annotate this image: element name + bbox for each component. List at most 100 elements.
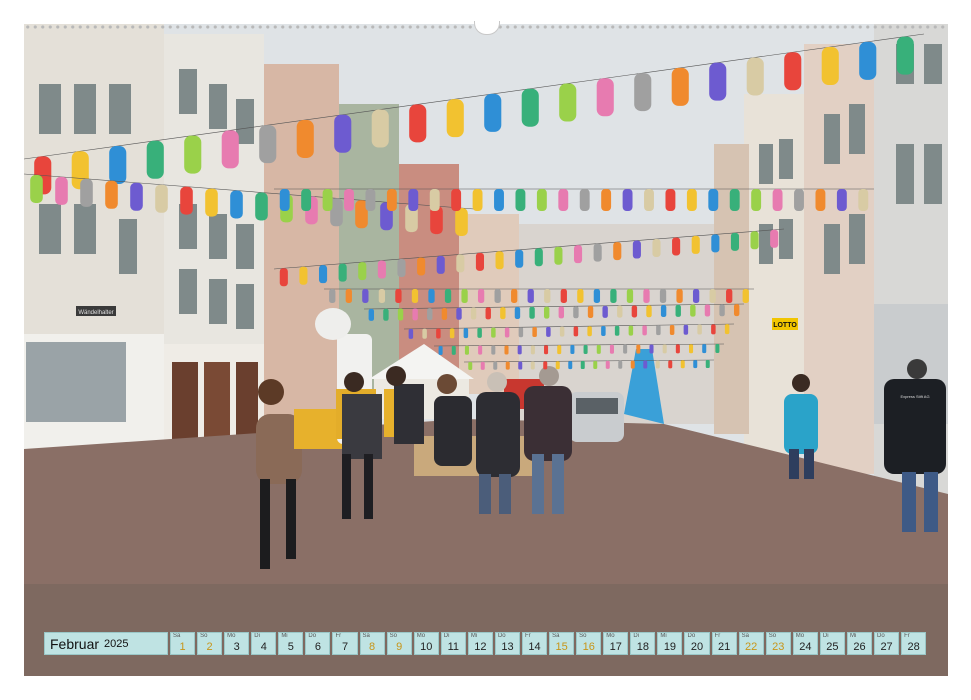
weekday-abbr: So <box>200 633 208 639</box>
bunting-flag <box>559 83 577 122</box>
bunting-flag <box>660 305 667 318</box>
weekday-abbr: Fr <box>904 633 910 639</box>
day-number: 10 <box>420 641 433 653</box>
shop-sign-text: Wändelhalter <box>78 310 113 316</box>
calendar-day-1: Sa 1 <box>170 632 196 655</box>
bunting-flag <box>573 306 579 319</box>
calendar-day-7: Fr 7 <box>332 632 358 655</box>
bunting-flag <box>422 328 427 339</box>
bunting-flag <box>534 248 543 267</box>
day-number: 3 <box>233 641 240 653</box>
bunting-flag <box>652 239 661 257</box>
bunting-flag <box>301 189 312 211</box>
bunting-flag <box>455 208 468 237</box>
bunting-flag <box>365 189 376 211</box>
bunting-flag <box>593 360 598 369</box>
bunting-flag <box>583 344 588 354</box>
bunting-flag <box>485 307 491 320</box>
bunting-flag <box>711 234 720 253</box>
bunting-flag <box>750 231 759 250</box>
bunting-flag <box>504 327 510 338</box>
bunting-flag <box>602 305 608 318</box>
bunting-flag <box>634 73 652 112</box>
weekday-abbr: Di <box>254 633 260 639</box>
bunting-flag <box>676 289 683 303</box>
calendar-day-24: Mo 24 <box>792 632 818 655</box>
bunting-flag <box>377 260 386 279</box>
bunting-flag <box>480 361 485 370</box>
bunting-flag <box>705 360 710 369</box>
bunting-flag <box>475 252 485 271</box>
year-label: 2025 <box>104 637 129 650</box>
bunting-flag <box>536 189 547 211</box>
day-number: 22 <box>745 641 758 653</box>
bunting-flag <box>529 306 535 319</box>
day-number: 6 <box>314 641 321 653</box>
day-number: 8 <box>369 641 376 653</box>
bunting-flag <box>334 114 352 153</box>
bunting-flag <box>726 289 733 303</box>
bunting-flag <box>395 289 402 303</box>
bunting-flag <box>680 360 685 369</box>
bunting-flag <box>601 325 606 336</box>
day-number: 20 <box>690 641 704 653</box>
calendar-day-25: Di 25 <box>819 632 845 655</box>
calendar-day-16: So 16 <box>576 632 602 655</box>
bunting-flag <box>221 130 239 169</box>
bunting-flag <box>230 190 243 219</box>
bunting-flag <box>643 289 650 303</box>
weekday-abbr: Sa <box>552 633 560 639</box>
calendar-day-20: Do 20 <box>684 632 710 655</box>
day-number: 1 <box>179 641 186 653</box>
weekday-abbr: Fr <box>525 633 531 639</box>
bunting-flag <box>515 189 526 211</box>
bunting-flag <box>80 178 93 207</box>
bunting-flag <box>628 325 634 336</box>
calendar-day-2: So 2 <box>197 632 223 655</box>
day-number: 26 <box>853 641 866 653</box>
bunting-flag <box>622 189 633 211</box>
day-number: 17 <box>609 641 622 653</box>
bunting-flag <box>693 360 698 369</box>
bunting-flag <box>709 289 716 303</box>
bunting-flag <box>444 289 452 303</box>
bunting-flag <box>815 189 826 211</box>
bunting-flag <box>279 268 288 287</box>
day-number: 19 <box>663 641 677 653</box>
bunting-flag <box>715 344 720 354</box>
bunting-flag <box>587 306 594 319</box>
bunting-flag <box>558 306 565 319</box>
bunting-flag <box>368 308 375 321</box>
bunting-flag <box>30 174 43 203</box>
bunting-flag <box>626 289 634 303</box>
bunting-flag <box>517 345 522 355</box>
calendar-day-17: Mo 17 <box>603 632 629 655</box>
bunting-flag <box>711 324 716 335</box>
bunting-flag <box>494 289 501 303</box>
calendar-day-15: Sa 15 <box>549 632 575 655</box>
calendar-day-27: Do 27 <box>874 632 900 655</box>
bunting-flag <box>527 289 534 303</box>
bunting-flag <box>794 189 804 211</box>
day-number: 7 <box>341 641 349 653</box>
bunting-flag <box>543 361 548 370</box>
bunting-flag <box>730 232 740 251</box>
bunting-flag <box>573 245 583 264</box>
calendar-day-10: Mo 10 <box>413 632 439 655</box>
bunting-flag <box>770 229 779 248</box>
calendar-day-5: Mi 5 <box>278 632 304 655</box>
bunting-flag <box>383 308 389 321</box>
bunting-flag <box>614 325 620 336</box>
bunting-flag <box>441 307 448 320</box>
bunting-flag <box>299 266 308 285</box>
calendar-day-6: Do 6 <box>305 632 331 655</box>
bunting-flag <box>632 240 641 259</box>
bunting-flag <box>618 360 623 369</box>
bunting-flag <box>593 243 602 262</box>
bunting-flag <box>296 119 314 158</box>
calendar-day-3: Mo 3 <box>224 632 250 655</box>
bunting-flag <box>491 327 496 338</box>
bunting-flag <box>858 189 869 211</box>
bunting-flag <box>668 360 673 369</box>
bunting-flag <box>704 304 711 317</box>
